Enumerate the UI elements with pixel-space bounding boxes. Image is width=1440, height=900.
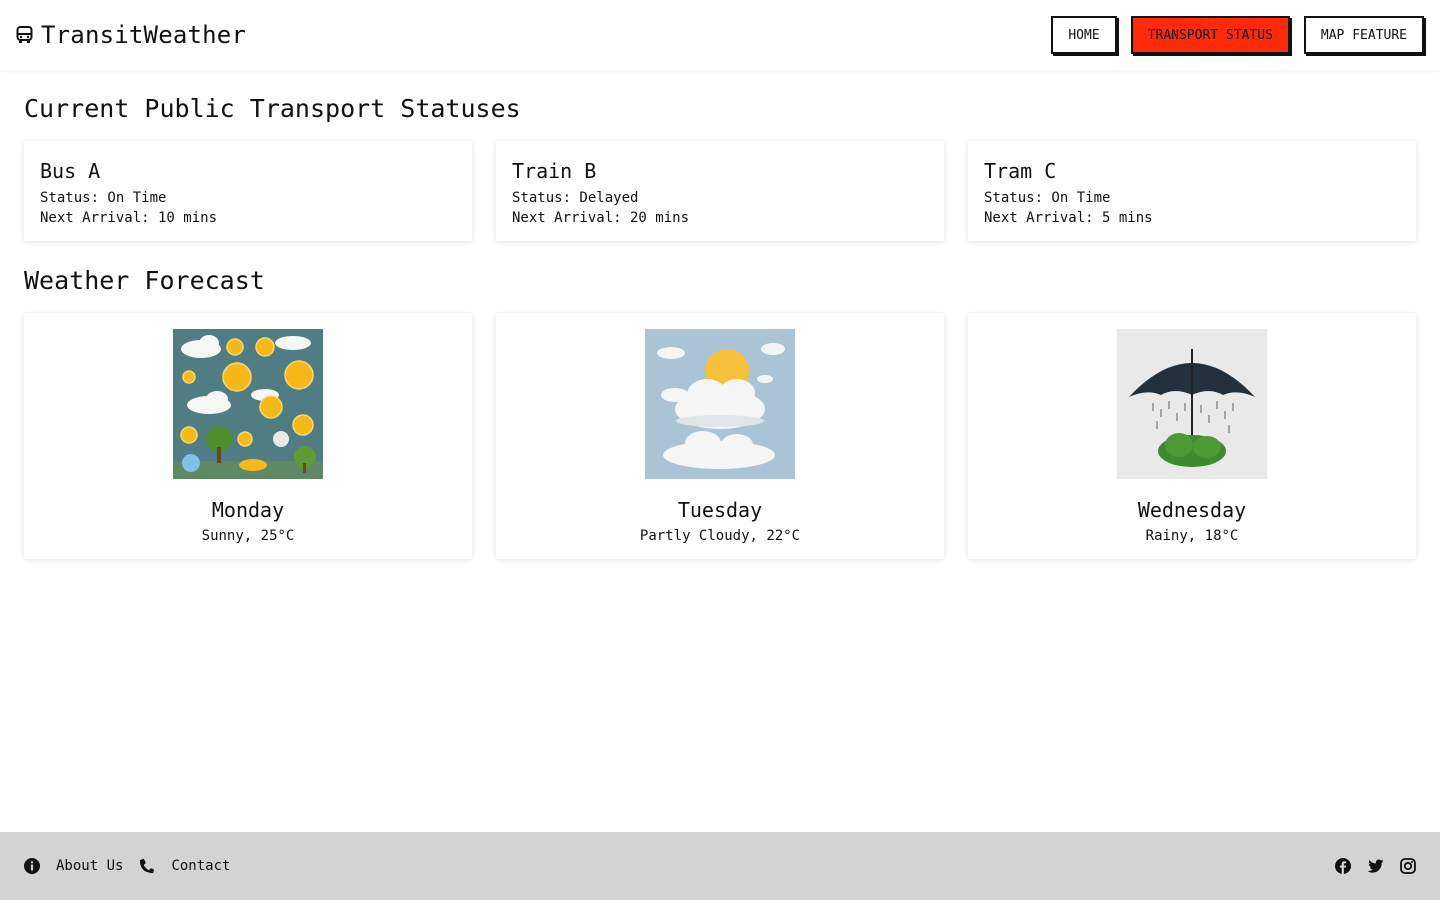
- nav-map-feature-button[interactable]: MAP FEATURE: [1303, 16, 1424, 54]
- weather-section-title: Weather Forecast: [24, 266, 265, 295]
- info-icon: [24, 858, 40, 874]
- brand[interactable]: TransitWeather: [16, 21, 246, 49]
- weather-desc: Sunny, 25°C: [201, 528, 295, 544]
- transport-cards: Bus A Status: On Time Next Arrival: 10 m…: [24, 141, 1416, 241]
- weather-day: Monday: [211, 498, 285, 522]
- transport-arrival: Next Arrival: 5 mins: [984, 210, 1153, 226]
- social-links: [1335, 858, 1416, 874]
- weather-cards: Monday Sunny, 25°C Tuesday Partly Cloudy…: [24, 313, 1416, 559]
- twitter-icon[interactable]: [1367, 859, 1384, 874]
- partly-cloudy-image: [645, 329, 795, 479]
- contact-label: Contact: [171, 858, 231, 874]
- brand-name: TransitWeather: [41, 21, 247, 49]
- transport-status: Status: On Time: [984, 190, 1111, 206]
- transport-status: Status: Delayed: [512, 190, 639, 206]
- transport-card: Train B Status: Delayed Next Arrival: 20…: [496, 141, 944, 241]
- main-nav: HOME TRANSPORT STATUS MAP FEATURE: [1051, 16, 1424, 54]
- footer: About Us Contact: [0, 832, 1440, 900]
- contact-link[interactable]: Contact: [139, 858, 230, 874]
- transport-arrival: Next Arrival: 10 mins: [40, 210, 218, 226]
- transport-section-title: Current Public Transport Statuses: [24, 94, 521, 123]
- transport-name: Tram C: [984, 159, 1057, 183]
- bus-icon: [16, 26, 33, 43]
- weather-card: Tuesday Partly Cloudy, 22°C: [496, 313, 944, 559]
- transport-name: Bus A: [40, 159, 101, 183]
- about-us-link[interactable]: About Us: [24, 858, 123, 874]
- nav-transport-status-button[interactable]: TRANSPORT STATUS: [1130, 16, 1290, 54]
- transport-card: Tram C Status: On Time Next Arrival: 5 m…: [968, 141, 1416, 241]
- about-us-label: About Us: [56, 858, 124, 874]
- transport-name: Train B: [512, 159, 597, 183]
- instagram-icon[interactable]: [1400, 858, 1416, 874]
- facebook-icon[interactable]: [1335, 858, 1351, 874]
- weather-day: Tuesday: [677, 498, 763, 522]
- weather-desc: Partly Cloudy, 22°C: [639, 528, 801, 544]
- rainy-umbrella-image: [1117, 329, 1267, 479]
- weather-desc: Rainy, 18°C: [1145, 528, 1239, 544]
- transport-arrival: Next Arrival: 20 mins: [512, 210, 690, 226]
- transport-status: Status: On Time: [40, 190, 167, 206]
- weather-card: Monday Sunny, 25°C: [24, 313, 472, 559]
- nav-home-button[interactable]: HOME: [1051, 16, 1117, 54]
- sunny-image: [173, 329, 323, 479]
- top-header: TransitWeather HOME TRANSPORT STATUS MAP…: [0, 0, 1440, 70]
- weather-day: Wednesday: [1137, 498, 1247, 522]
- transport-card: Bus A Status: On Time Next Arrival: 10 m…: [24, 141, 472, 241]
- weather-card: Wednesday Rainy, 18°C: [968, 313, 1416, 559]
- footer-links: About Us Contact: [24, 858, 230, 874]
- phone-icon: [140, 858, 155, 874]
